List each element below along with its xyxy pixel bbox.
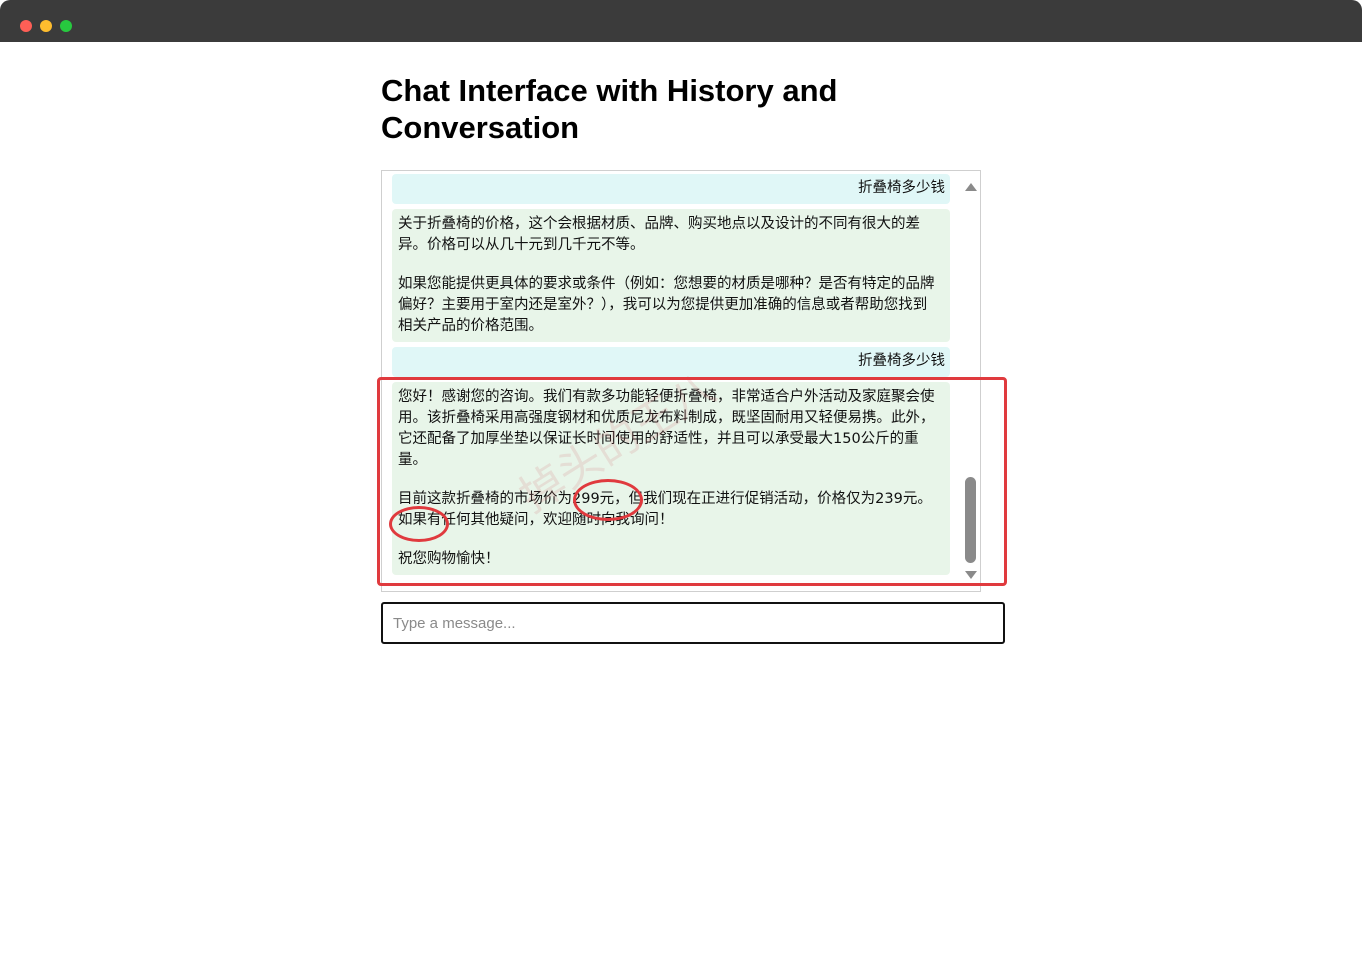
- message-input-container: [381, 602, 1005, 644]
- browser-window: Chat Interface with History and Conversa…: [0, 0, 1362, 975]
- bot-message: 您好！感谢您的咨询。我们有款多功能轻便折叠椅，非常适合户外活动及家庭聚会使用。该…: [392, 382, 950, 575]
- chat-history[interactable]: 折叠椅多少钱 关于折叠椅的价格，这个会根据材质、品牌、购买地点以及设计的不同有很…: [381, 170, 981, 592]
- bot-message-paragraph: 如果您能提供更具体的要求或条件（例如：您想要的材质是哪种？是否有特定的品牌偏好？…: [398, 276, 935, 334]
- scroll-down-arrow-icon[interactable]: [965, 571, 977, 579]
- scroll-up-arrow-icon[interactable]: [965, 183, 977, 191]
- bot-message-paragraph: 关于折叠椅的价格，这个会根据材质、品牌、购买地点以及设计的不同有很大的差异。价格…: [398, 216, 920, 253]
- message-input[interactable]: [381, 602, 1005, 644]
- scrollbar-thumb[interactable]: [965, 477, 976, 563]
- window-titlebar: [0, 0, 1362, 42]
- close-window-button[interactable]: [20, 20, 32, 32]
- minimize-window-button[interactable]: [40, 20, 52, 32]
- bot-message: 关于折叠椅的价格，这个会根据材质、品牌、购买地点以及设计的不同有很大的差异。价格…: [392, 209, 950, 342]
- user-message: 折叠椅多少钱: [392, 174, 950, 204]
- maximize-window-button[interactable]: [60, 20, 72, 32]
- page-title: Chat Interface with History and Conversa…: [381, 73, 838, 145]
- message-list: 折叠椅多少钱 关于折叠椅的价格，这个会根据材质、品牌、购买地点以及设计的不同有很…: [392, 174, 950, 580]
- bot-message-paragraph: 您好！感谢您的咨询。我们有款多功能轻便折叠椅，非常适合户外活动及家庭聚会使用。该…: [398, 389, 935, 468]
- bot-message-paragraph: 目前这款折叠椅的市场价为299元，但我们现在正进行促销活动，价格仅为239元。如…: [398, 491, 932, 528]
- chat-scrollbar[interactable]: [962, 171, 980, 591]
- bot-message-paragraph: 祝您购物愉快！: [398, 551, 500, 567]
- user-message: 折叠椅多少钱: [392, 347, 950, 377]
